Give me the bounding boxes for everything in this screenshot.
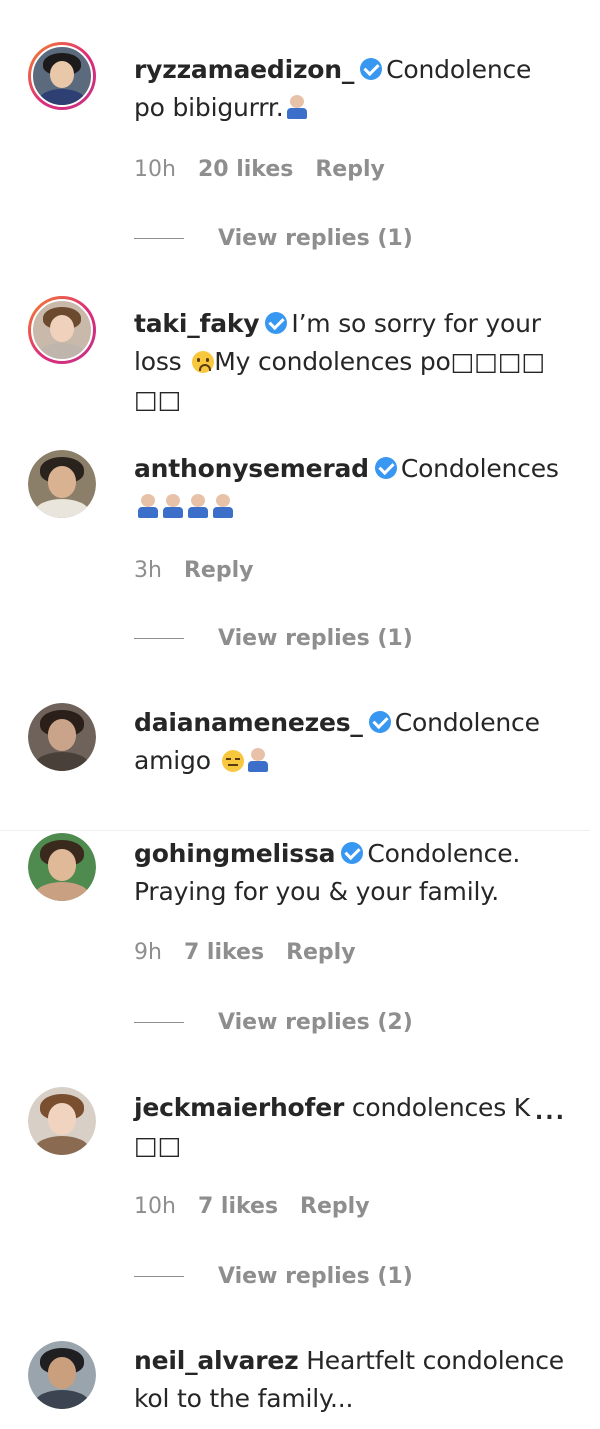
comment-meta: 10h 20 likes Reply	[134, 157, 407, 182]
verified-badge-icon	[374, 457, 397, 479]
praying-hands-emoji	[212, 494, 234, 518]
username-link[interactable]: anthonysemerad	[134, 454, 369, 483]
comment-text: anthonysemerad Condolences	[134, 450, 564, 526]
sad-face-emoji	[192, 351, 215, 373]
comment-text: gohingmelissa Condolence. Praying for you…	[134, 839, 521, 906]
divider-line	[134, 638, 184, 639]
more-options-button[interactable]: ...	[535, 1100, 566, 1125]
verified-badge-icon	[265, 312, 288, 334]
username-link[interactable]: taki_faky	[134, 309, 260, 338]
divider-line	[134, 1276, 184, 1277]
winking-face-emoji	[221, 750, 244, 772]
comment-meta: 10h 7 likes Reply	[134, 1194, 392, 1219]
username-link[interactable]: jeckmaierhofer	[134, 1093, 344, 1122]
avatar[interactable]	[28, 703, 96, 771]
comment-meta: 9h 7 likes Reply	[134, 940, 378, 965]
verified-badge-icon	[368, 711, 391, 733]
reply-button[interactable]: Reply	[315, 157, 385, 182]
comment-text: neil_alvarez Heartfelt condolence kol to…	[134, 1346, 564, 1413]
avatar[interactable]	[28, 833, 96, 901]
view-replies-button[interactable]: View replies (2)	[134, 1010, 413, 1035]
reply-button[interactable]: Reply	[300, 1194, 370, 1219]
praying-hands-emoji	[162, 494, 184, 518]
likes-count[interactable]: 7 likes	[184, 940, 264, 965]
comments-feed: ryzzamaedizon_ Condolence po bibigurrr. 1…	[0, 0, 600, 1429]
reply-button[interactable]: Reply	[286, 940, 356, 965]
praying-hands-emoji	[247, 748, 269, 772]
verified-badge-icon	[360, 58, 383, 80]
username-link[interactable]: neil_alvarez	[134, 1346, 299, 1375]
comment-text: taki_faky I’m so sorry for your loss My c…	[134, 309, 546, 414]
praying-hands-emoji	[187, 494, 209, 518]
divider-line	[134, 1022, 184, 1023]
comment-time: 3h	[134, 558, 162, 583]
comment-text: daianamenezes_ Condolence amigo	[134, 708, 540, 775]
comment-time: 10h	[134, 157, 176, 182]
comment-text: ryzzamaedizon_ Condolence po bibigurrr.	[134, 55, 532, 122]
section-divider	[0, 830, 590, 831]
likes-count[interactable]: 7 likes	[198, 1194, 278, 1219]
praying-hands-emoji	[286, 95, 308, 119]
avatar[interactable]	[28, 1341, 96, 1409]
avatar[interactable]	[28, 1087, 96, 1155]
username-link[interactable]: daianamenezes_	[134, 708, 363, 737]
view-replies-button[interactable]: View replies (1)	[134, 1264, 413, 1289]
comment-time: 10h	[134, 1194, 176, 1219]
username-link[interactable]: ryzzamaedizon_	[134, 55, 354, 84]
comment-text: jeckmaierhofer condolences K □□	[134, 1093, 530, 1160]
verified-badge-icon	[341, 842, 364, 864]
comment-meta: 3h Reply	[134, 558, 275, 583]
reply-button[interactable]: Reply	[184, 558, 254, 583]
divider-line	[134, 238, 184, 239]
avatar[interactable]	[28, 450, 96, 518]
avatar[interactable]	[28, 42, 96, 110]
view-replies-button[interactable]: View replies (1)	[134, 626, 413, 651]
username-link[interactable]: gohingmelissa	[134, 839, 336, 868]
praying-hands-emoji	[137, 494, 159, 518]
view-replies-button[interactable]: View replies (1)	[134, 226, 413, 251]
likes-count[interactable]: 20 likes	[198, 157, 293, 182]
comment-time: 9h	[134, 940, 162, 965]
avatar[interactable]	[28, 296, 96, 364]
